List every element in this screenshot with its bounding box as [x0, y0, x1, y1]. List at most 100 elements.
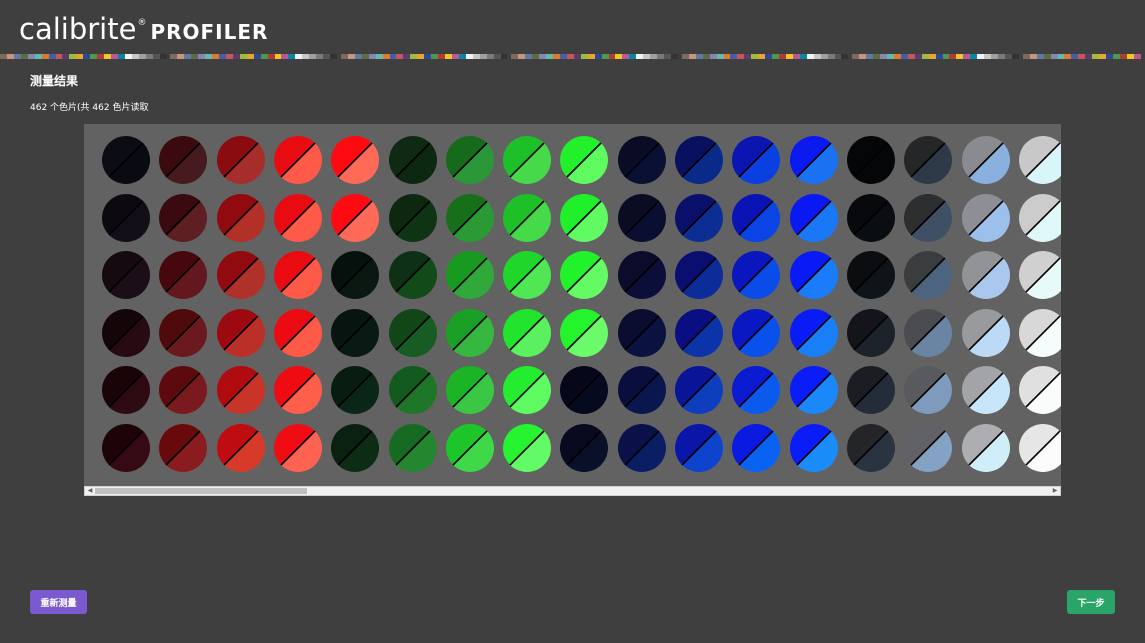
color-patch[interactable]: [273, 366, 322, 414]
color-patch[interactable]: [388, 251, 437, 299]
color-patch[interactable]: [617, 136, 666, 184]
color-patch[interactable]: [388, 136, 437, 184]
color-patch[interactable]: [675, 251, 723, 299]
color-patch[interactable]: [904, 366, 953, 414]
remeasure-button[interactable]: 重新测量: [30, 590, 87, 614]
color-patch[interactable]: [445, 193, 494, 242]
color-patch[interactable]: [159, 251, 208, 299]
color-patch[interactable]: [331, 193, 380, 242]
color-patch[interactable]: [273, 136, 322, 184]
color-patch[interactable]: [102, 366, 150, 414]
color-patch[interactable]: [675, 423, 723, 472]
color-patch[interactable]: [388, 423, 437, 472]
color-patch[interactable]: [331, 251, 380, 299]
color-patch[interactable]: [617, 308, 666, 357]
color-patch[interactable]: [1018, 308, 1061, 357]
color-patch[interactable]: [445, 308, 494, 357]
scrollbar-thumb[interactable]: [95, 488, 307, 494]
color-patch[interactable]: [216, 308, 265, 357]
color-patch[interactable]: [789, 366, 838, 414]
color-patch[interactable]: [159, 308, 208, 357]
color-patch[interactable]: [503, 251, 552, 299]
color-patch[interactable]: [789, 193, 838, 242]
color-patch[interactable]: [216, 193, 265, 242]
color-patch[interactable]: [1018, 366, 1061, 414]
color-patch[interactable]: [732, 366, 781, 414]
color-patch[interactable]: [331, 366, 380, 414]
scroll-right-icon[interactable]: ▶: [1050, 487, 1060, 495]
color-patch[interactable]: [617, 193, 666, 242]
color-patch[interactable]: [445, 251, 494, 299]
color-patch[interactable]: [102, 251, 150, 299]
color-patch[interactable]: [273, 308, 322, 357]
color-patch[interactable]: [961, 193, 1010, 242]
color-patch[interactable]: [961, 251, 1010, 299]
color-patch[interactable]: [675, 308, 723, 357]
color-patch[interactable]: [503, 423, 552, 472]
color-patch[interactable]: [732, 423, 781, 472]
color-patch[interactable]: [159, 423, 208, 472]
color-patch[interactable]: [503, 366, 552, 414]
color-patch[interactable]: [159, 193, 208, 242]
color-patch[interactable]: [388, 366, 437, 414]
color-patch[interactable]: [273, 193, 322, 242]
color-patch[interactable]: [904, 423, 953, 472]
color-patch[interactable]: [102, 193, 150, 242]
color-patch[interactable]: [560, 136, 609, 184]
color-patch[interactable]: [503, 193, 552, 242]
color-patch[interactable]: [732, 193, 781, 242]
color-patch[interactable]: [216, 366, 265, 414]
color-patch[interactable]: [445, 366, 494, 414]
color-patch[interactable]: [159, 136, 208, 184]
color-patch[interactable]: [617, 423, 666, 472]
color-patch[interactable]: [331, 423, 380, 472]
color-patch[interactable]: [388, 193, 437, 242]
color-patch[interactable]: [331, 308, 380, 357]
color-patch[interactable]: [904, 193, 953, 242]
color-patch[interactable]: [904, 136, 953, 184]
color-patch[interactable]: [789, 251, 838, 299]
color-patch[interactable]: [789, 308, 838, 357]
color-patch[interactable]: [560, 423, 609, 472]
color-patch[interactable]: [675, 366, 723, 414]
color-patch[interactable]: [961, 366, 1010, 414]
color-patch[interactable]: [961, 308, 1010, 357]
color-patch[interactable]: [1018, 423, 1061, 472]
color-patch[interactable]: [732, 136, 781, 184]
color-patch[interactable]: [846, 136, 895, 184]
color-patch[interactable]: [216, 423, 265, 472]
color-patch[interactable]: [331, 136, 380, 184]
scroll-left-icon[interactable]: ◀: [85, 487, 95, 495]
color-patch[interactable]: [904, 308, 953, 357]
color-patch[interactable]: [445, 423, 494, 472]
next-step-button[interactable]: 下一步: [1067, 590, 1115, 614]
color-patch[interactable]: [560, 366, 609, 414]
color-patch[interactable]: [846, 308, 895, 357]
color-patch[interactable]: [846, 193, 895, 242]
color-patch[interactable]: [1018, 136, 1061, 184]
color-patch[interactable]: [846, 251, 895, 299]
color-patch[interactable]: [789, 136, 838, 184]
color-patch[interactable]: [216, 251, 265, 299]
color-patch[interactable]: [503, 136, 552, 184]
color-patch[interactable]: [675, 193, 723, 242]
color-patch[interactable]: [216, 136, 265, 184]
color-patch[interactable]: [388, 308, 437, 357]
color-patch[interactable]: [1018, 193, 1061, 242]
color-patch[interactable]: [961, 423, 1010, 472]
color-patch[interactable]: [560, 251, 609, 299]
color-patch[interactable]: [904, 251, 953, 299]
color-patch[interactable]: [445, 136, 494, 184]
color-patch[interactable]: [617, 366, 666, 414]
horizontal-scrollbar[interactable]: ◀ ▶: [84, 486, 1061, 496]
color-patch[interactable]: [273, 423, 322, 472]
color-patch[interactable]: [732, 308, 781, 357]
color-patch[interactable]: [102, 136, 150, 184]
color-patch[interactable]: [560, 308, 609, 357]
color-patch[interactable]: [675, 136, 723, 184]
color-patch[interactable]: [102, 423, 150, 472]
color-patch[interactable]: [846, 423, 895, 472]
color-patch[interactable]: [846, 366, 895, 414]
color-patch[interactable]: [617, 251, 666, 299]
color-patch[interactable]: [273, 251, 322, 299]
